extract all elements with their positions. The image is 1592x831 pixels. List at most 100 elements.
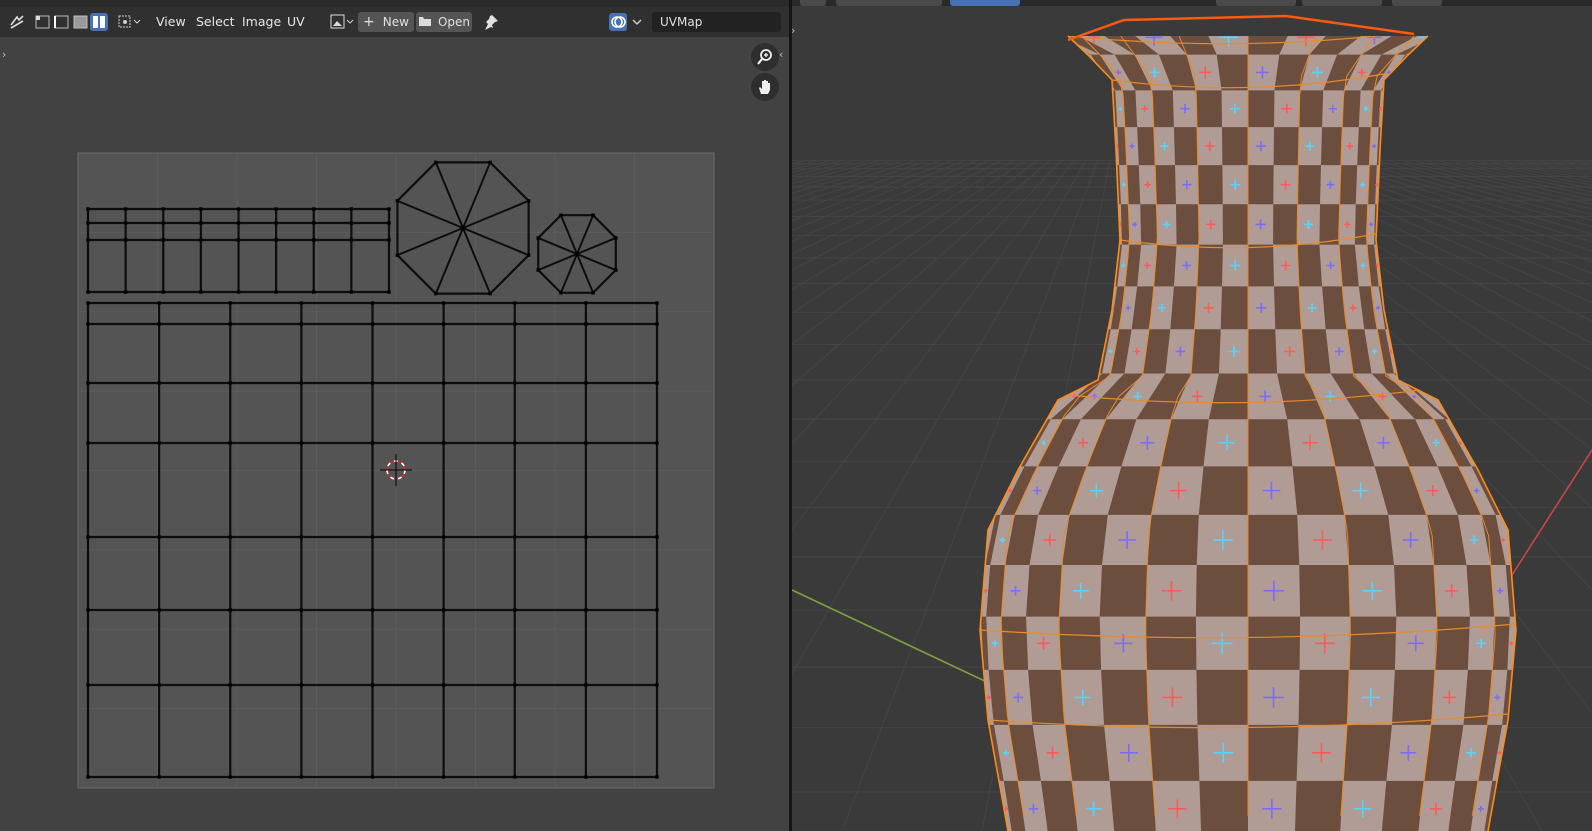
uv-vertex	[441, 301, 446, 305]
uv-vertex	[441, 535, 446, 539]
uv-vertex	[370, 535, 375, 539]
zoom-icon[interactable]	[751, 43, 779, 71]
checker-cell	[1059, 616, 1102, 670]
uv-vertex	[387, 221, 391, 225]
uv-vertex	[434, 291, 438, 296]
checker-cell	[1273, 204, 1298, 245]
uv-vertex	[349, 221, 354, 225]
uv-vertex	[274, 207, 278, 211]
uv-vertex	[441, 381, 446, 385]
checker-cell	[1199, 780, 1248, 831]
uv-vertex	[614, 236, 618, 240]
uv-vertex	[584, 381, 588, 385]
viewport-chip[interactable]	[1216, 0, 1296, 6]
uv-vertex	[86, 221, 90, 225]
floor-grid-line	[1529, 159, 1592, 171]
checker-cell	[1101, 669, 1149, 725]
floor-grid-line	[792, 159, 835, 170]
uv-vertex	[236, 207, 241, 211]
uv-vertex	[536, 236, 540, 240]
floor-grid-line	[792, 159, 811, 165]
uv-vertex	[299, 301, 304, 305]
checker-cell	[1155, 165, 1177, 205]
checker-cell	[1391, 669, 1435, 725]
uv-vertex	[161, 290, 165, 294]
uv-vertex	[584, 775, 588, 779]
uv-vertex	[123, 238, 128, 242]
uv-vertex	[228, 441, 232, 445]
checker-cell	[1198, 466, 1248, 515]
uv-vertex	[614, 268, 618, 272]
checker-cell	[1466, 564, 1495, 617]
checker-cell	[1434, 616, 1470, 670]
uv-vertex	[228, 683, 232, 687]
uv-vertex	[655, 301, 659, 305]
uv-vertex	[584, 301, 588, 305]
uv-vertex	[441, 322, 446, 326]
uv-vertex	[157, 301, 161, 305]
checker-cell	[1394, 564, 1437, 617]
uv-vertex	[513, 301, 517, 305]
uv-vertex	[299, 775, 304, 779]
checker-cell	[1349, 616, 1397, 670]
checker-cell	[1140, 204, 1158, 245]
toolbar-expand-arrow[interactable]: ›	[2, 48, 6, 61]
uv-vertex	[86, 381, 90, 385]
checker-cell	[1248, 165, 1274, 205]
checker-cell	[1064, 724, 1110, 781]
uv-vertex	[584, 535, 588, 539]
checker-cell	[1216, 54, 1248, 91]
uv-vertex	[86, 683, 90, 687]
checker-cell	[1320, 127, 1343, 166]
floor-grid-line	[792, 159, 931, 206]
viewport-chip[interactable]	[1392, 0, 1442, 6]
floor-grid-line	[792, 159, 943, 213]
uv-vertex	[536, 268, 540, 272]
uv-vertex	[441, 608, 446, 612]
checker-cell	[1319, 204, 1340, 245]
checker-cell	[1109, 780, 1157, 831]
uv-vertex	[299, 535, 304, 539]
viewport-toolbar-arrow[interactable]: ›	[792, 24, 795, 37]
checker-cell	[1026, 564, 1063, 617]
checker-cell	[1248, 616, 1301, 670]
vase-mesh	[980, 36, 1516, 831]
floor-grid-line	[792, 159, 859, 177]
checker-cell	[1248, 329, 1278, 374]
uv-vertex	[274, 290, 278, 294]
uv-vertex	[349, 290, 354, 294]
checker-cell	[1153, 244, 1177, 287]
checker-cell	[1099, 564, 1148, 617]
uv-vertex	[157, 775, 161, 779]
uv-vertex	[86, 608, 90, 612]
uv-vertex	[299, 441, 304, 445]
viewport-chip[interactable]	[800, 0, 826, 6]
checker-cell	[1301, 329, 1331, 374]
uv-grid-canvas[interactable]	[0, 0, 789, 831]
uv-vertex	[86, 441, 90, 445]
hand-icon[interactable]	[751, 73, 779, 101]
uv-vertex	[513, 322, 517, 326]
uv-vertex	[655, 441, 659, 445]
uv-vertex	[370, 301, 375, 305]
checker-cell	[1197, 165, 1223, 205]
checker-cell	[1344, 514, 1395, 565]
viewport-canvas[interactable]	[792, 0, 1592, 831]
checker-cell	[1220, 286, 1248, 330]
3d-viewport[interactable]: ›	[792, 0, 1592, 831]
uv-vertex	[228, 322, 232, 326]
uv-vertex	[461, 226, 465, 230]
viewport-chip-active[interactable]	[950, 0, 1020, 6]
floor-grid-line	[1565, 159, 1592, 165]
uv-vertex	[157, 535, 161, 539]
viewport-chip[interactable]	[836, 0, 942, 6]
checker-cell	[1297, 244, 1323, 287]
viewport-chip[interactable]	[1302, 0, 1382, 6]
checker-cell	[1297, 165, 1321, 205]
floor-grid-line	[1541, 159, 1592, 168]
uv-vertex	[228, 381, 232, 385]
sidebar-expand-arrow[interactable]: ‹	[779, 48, 783, 61]
uv-editor-panel[interactable]: View Select Image UV + New Open UVMap › …	[0, 0, 789, 831]
uv-vertex	[387, 238, 391, 242]
uv-vertex	[370, 441, 375, 445]
